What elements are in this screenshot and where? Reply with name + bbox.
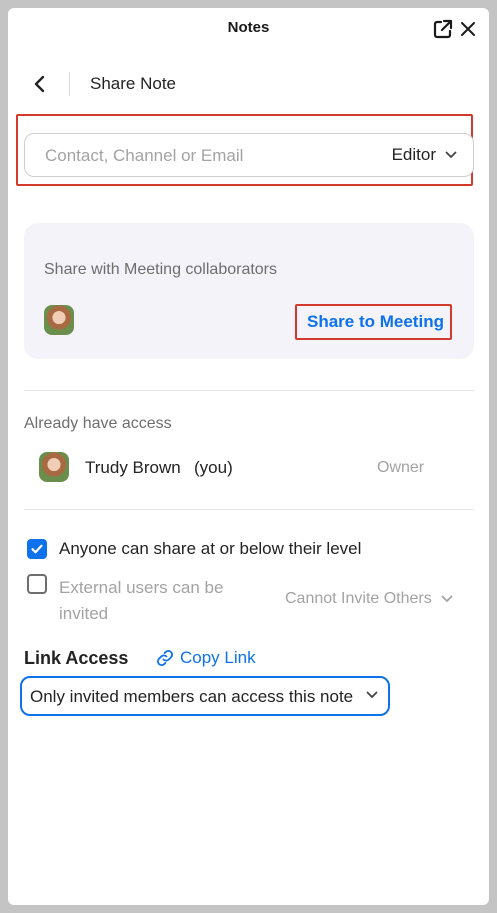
pop-out-icon[interactable] xyxy=(432,18,454,40)
user-role: Owner xyxy=(377,459,425,476)
share-note-panel: Notes Share Note Editor xyxy=(8,8,489,905)
user-name: Trudy Brown xyxy=(85,458,181,477)
link-access-value: Only invited members can access this not… xyxy=(30,687,354,706)
copy-link-label: Copy Link xyxy=(180,648,256,667)
avatar xyxy=(39,452,69,482)
header-divider xyxy=(69,72,70,96)
external-users-label: External users can be invited xyxy=(59,578,224,623)
share-header: Share Note xyxy=(8,64,489,104)
external-users-checkbox[interactable] xyxy=(27,574,47,594)
divider xyxy=(24,509,474,510)
link-access-label: Link Access xyxy=(24,648,129,668)
chevron-down-icon xyxy=(441,595,453,602)
title-bar: Notes xyxy=(8,8,489,50)
role-value: Editor xyxy=(391,145,436,164)
access-label: Already have access xyxy=(24,415,172,432)
invite-input[interactable] xyxy=(43,134,347,178)
chevron-down-icon xyxy=(366,691,378,698)
back-icon[interactable] xyxy=(28,72,52,96)
role-dropdown[interactable]: Editor xyxy=(392,145,457,165)
close-icon[interactable] xyxy=(457,18,479,40)
share-level-label: Anyone can share at or below their level xyxy=(59,539,362,558)
share-to-meeting-button[interactable]: Share to Meeting xyxy=(307,312,444,332)
window-title: Notes xyxy=(227,19,270,36)
divider xyxy=(24,390,474,391)
copy-link-button[interactable]: Copy Link xyxy=(156,648,256,668)
checkmark-icon xyxy=(31,544,43,554)
avatar xyxy=(44,305,74,335)
meeting-collaborators-card: Share with Meeting collaborators Share t… xyxy=(24,223,474,359)
link-access-dropdown[interactable]: Only invited members can access this not… xyxy=(20,676,390,716)
invite-field: Editor xyxy=(24,133,474,178)
collaborators-label: Share with Meeting collaborators xyxy=(44,261,278,278)
invite-permission-dropdown[interactable]: Cannot Invite Others xyxy=(285,590,453,608)
invite-permission-value: Cannot Invite Others xyxy=(285,590,432,607)
user-suffix: (you) xyxy=(194,458,233,477)
chevron-down-icon xyxy=(445,151,457,158)
page-title: Share Note xyxy=(90,74,176,93)
share-level-checkbox[interactable] xyxy=(27,539,47,559)
link-icon xyxy=(157,650,173,666)
